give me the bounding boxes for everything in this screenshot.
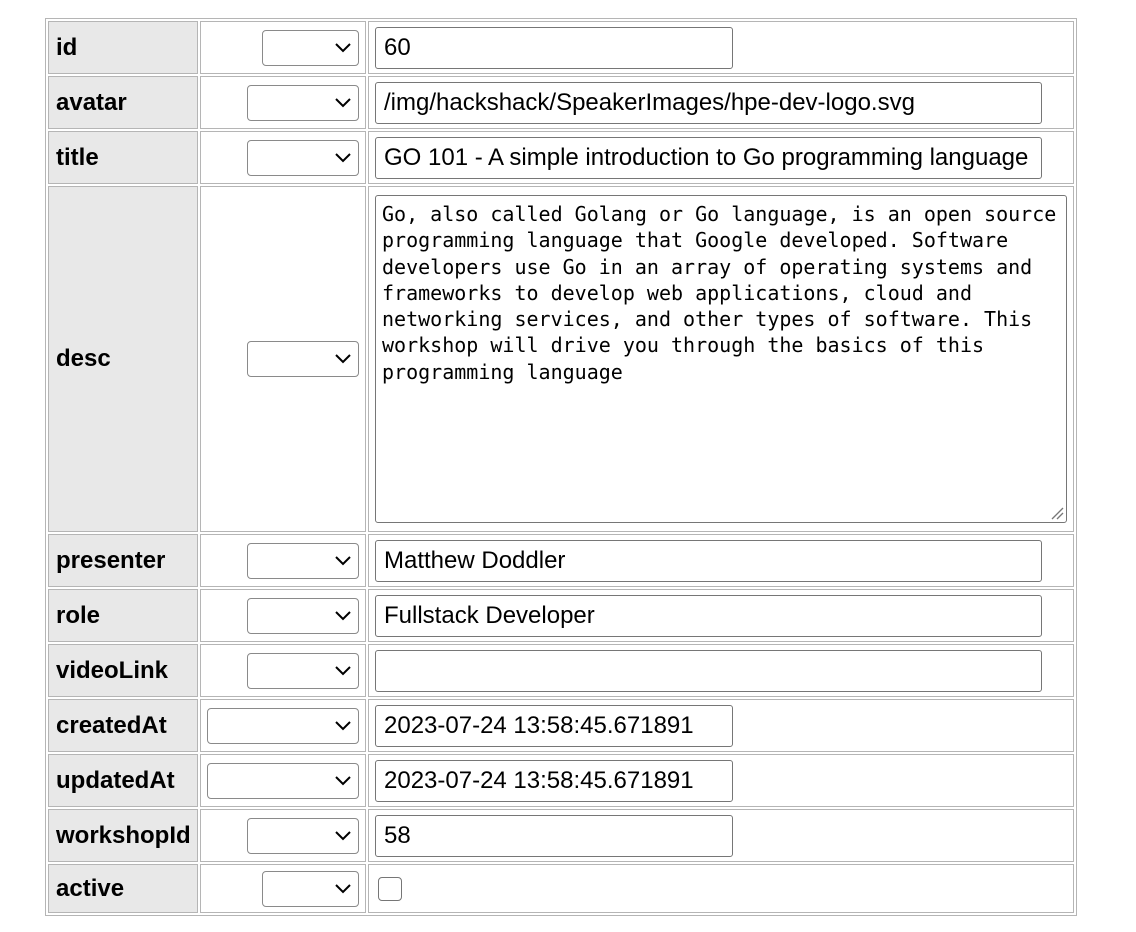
field-row-title: title GO 101 - A simple introduction to … [48,131,1074,184]
chevron-down-icon [335,883,351,893]
field-row-workshopid: workshopId 58 [48,809,1074,862]
chevron-down-icon [335,665,351,675]
field-label: videoLink [48,644,198,697]
operator-select[interactable] [247,652,359,689]
field-row-createdat: createdAt 2023-07-24 13:58:45.671891 [48,699,1074,752]
field-label: updatedAt [48,754,198,807]
updatedat-field[interactable]: 2023-07-24 13:58:45.671891 [375,759,733,802]
desc-text: Go, also called Golang or Go language, i… [382,202,1057,384]
operator-select[interactable] [247,597,359,634]
field-label: id [48,21,198,74]
presenter-field[interactable]: Matthew Doddler [375,539,1042,582]
active-checkbox[interactable] [378,876,402,901]
operator-select[interactable] [247,542,359,579]
field-label: title [48,131,198,184]
operator-select[interactable] [207,762,359,799]
field-row-id: id 60 [48,21,1074,74]
role-field[interactable]: Fullstack Developer [375,594,1042,637]
field-label: createdAt [48,699,198,752]
field-label: desc [48,186,198,532]
workshopid-field[interactable]: 58 [375,814,733,857]
chevron-down-icon [335,42,351,52]
field-row-avatar: avatar /img/hackshack/SpeakerImages/hpe-… [48,76,1074,129]
record-edit-form: id 60 avatar /img/hackshack/SpeakerImage… [45,18,1077,916]
resize-grip-icon[interactable] [1050,506,1064,520]
chevron-down-icon [335,97,351,107]
operator-select[interactable] [247,139,359,176]
field-label: workshopId [48,809,198,862]
chevron-down-icon [335,610,351,620]
operator-select[interactable] [247,817,359,854]
field-row-role: role Fullstack Developer [48,589,1074,642]
chevron-down-icon [335,354,351,364]
field-row-presenter: presenter Matthew Doddler [48,534,1074,587]
chevron-down-icon [335,830,351,840]
field-label: avatar [48,76,198,129]
chevron-down-icon [335,152,351,162]
field-row-active: active [48,864,1074,913]
avatar-field[interactable]: /img/hackshack/SpeakerImages/hpe-dev-log… [375,81,1042,124]
chevron-down-icon [335,775,351,785]
field-label: role [48,589,198,642]
title-field[interactable]: GO 101 - A simple introduction to Go pro… [375,136,1042,179]
operator-select[interactable] [247,341,359,377]
operator-select[interactable] [262,870,359,907]
field-table: id 60 avatar /img/hackshack/SpeakerImage… [45,18,1077,916]
createdat-field[interactable]: 2023-07-24 13:58:45.671891 [375,704,733,747]
chevron-down-icon [335,555,351,565]
chevron-down-icon [335,720,351,730]
field-row-updatedat: updatedAt 2023-07-24 13:58:45.671891 [48,754,1074,807]
field-row-desc: desc Go, also called Golang or Go langua… [48,186,1074,532]
desc-textarea[interactable]: Go, also called Golang or Go language, i… [375,195,1067,523]
operator-select[interactable] [262,29,359,66]
field-row-videolink: videoLink [48,644,1074,697]
id-field[interactable]: 60 [375,26,733,69]
operator-select[interactable] [207,707,359,744]
operator-select[interactable] [247,84,359,121]
field-label: active [48,864,198,913]
field-label: presenter [48,534,198,587]
videolink-field[interactable] [375,649,1042,692]
